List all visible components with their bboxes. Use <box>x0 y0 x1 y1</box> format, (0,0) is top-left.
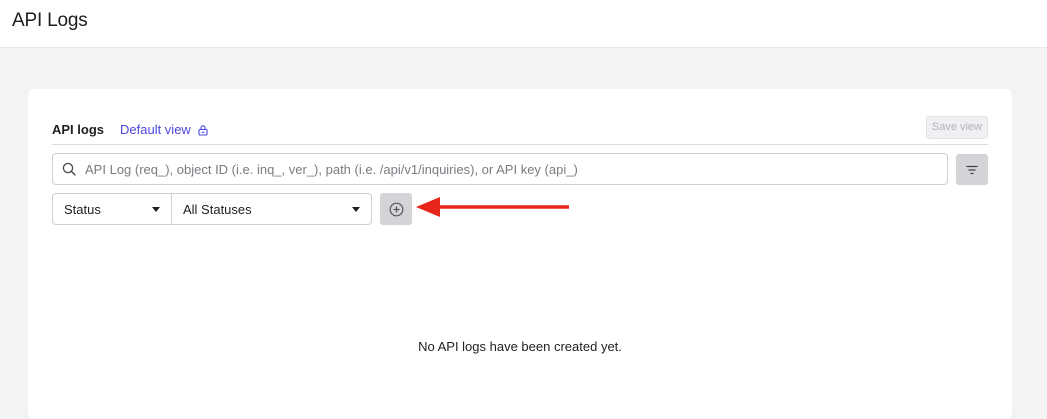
save-view-button[interactable]: Save view <box>925 116 988 139</box>
filter-field-select[interactable]: Status <box>52 193 172 225</box>
status-select[interactable]: All Statuses <box>171 193 372 225</box>
status-select-value: All Statuses <box>183 201 252 217</box>
api-logs-card: API logs Default view Save view Status <box>28 89 1012 419</box>
add-circle-icon <box>389 202 403 216</box>
search-icon <box>62 162 76 176</box>
filter-field-value: Status <box>64 201 101 217</box>
view-tabs: API logs Default view Save view <box>52 116 988 145</box>
empty-state-message: No API logs have been created yet. <box>418 339 622 354</box>
search-input[interactable] <box>85 161 947 177</box>
filter-icon <box>966 165 978 174</box>
top-bar: API Logs <box>0 0 1047 48</box>
tab-default-view-label: Default view <box>120 122 191 137</box>
chevron-down-icon <box>152 206 160 212</box>
lock-icon <box>198 125 208 136</box>
search-field[interactable] <box>52 153 948 185</box>
annotation-arrow <box>416 197 569 217</box>
chevron-down-icon <box>352 206 360 212</box>
page-title: API Logs <box>12 10 88 31</box>
add-filter-button[interactable] <box>380 193 412 225</box>
tab-default-view[interactable]: Default view <box>120 122 209 138</box>
tab-api-logs[interactable]: API logs <box>52 122 104 138</box>
filter-button[interactable] <box>956 154 988 185</box>
